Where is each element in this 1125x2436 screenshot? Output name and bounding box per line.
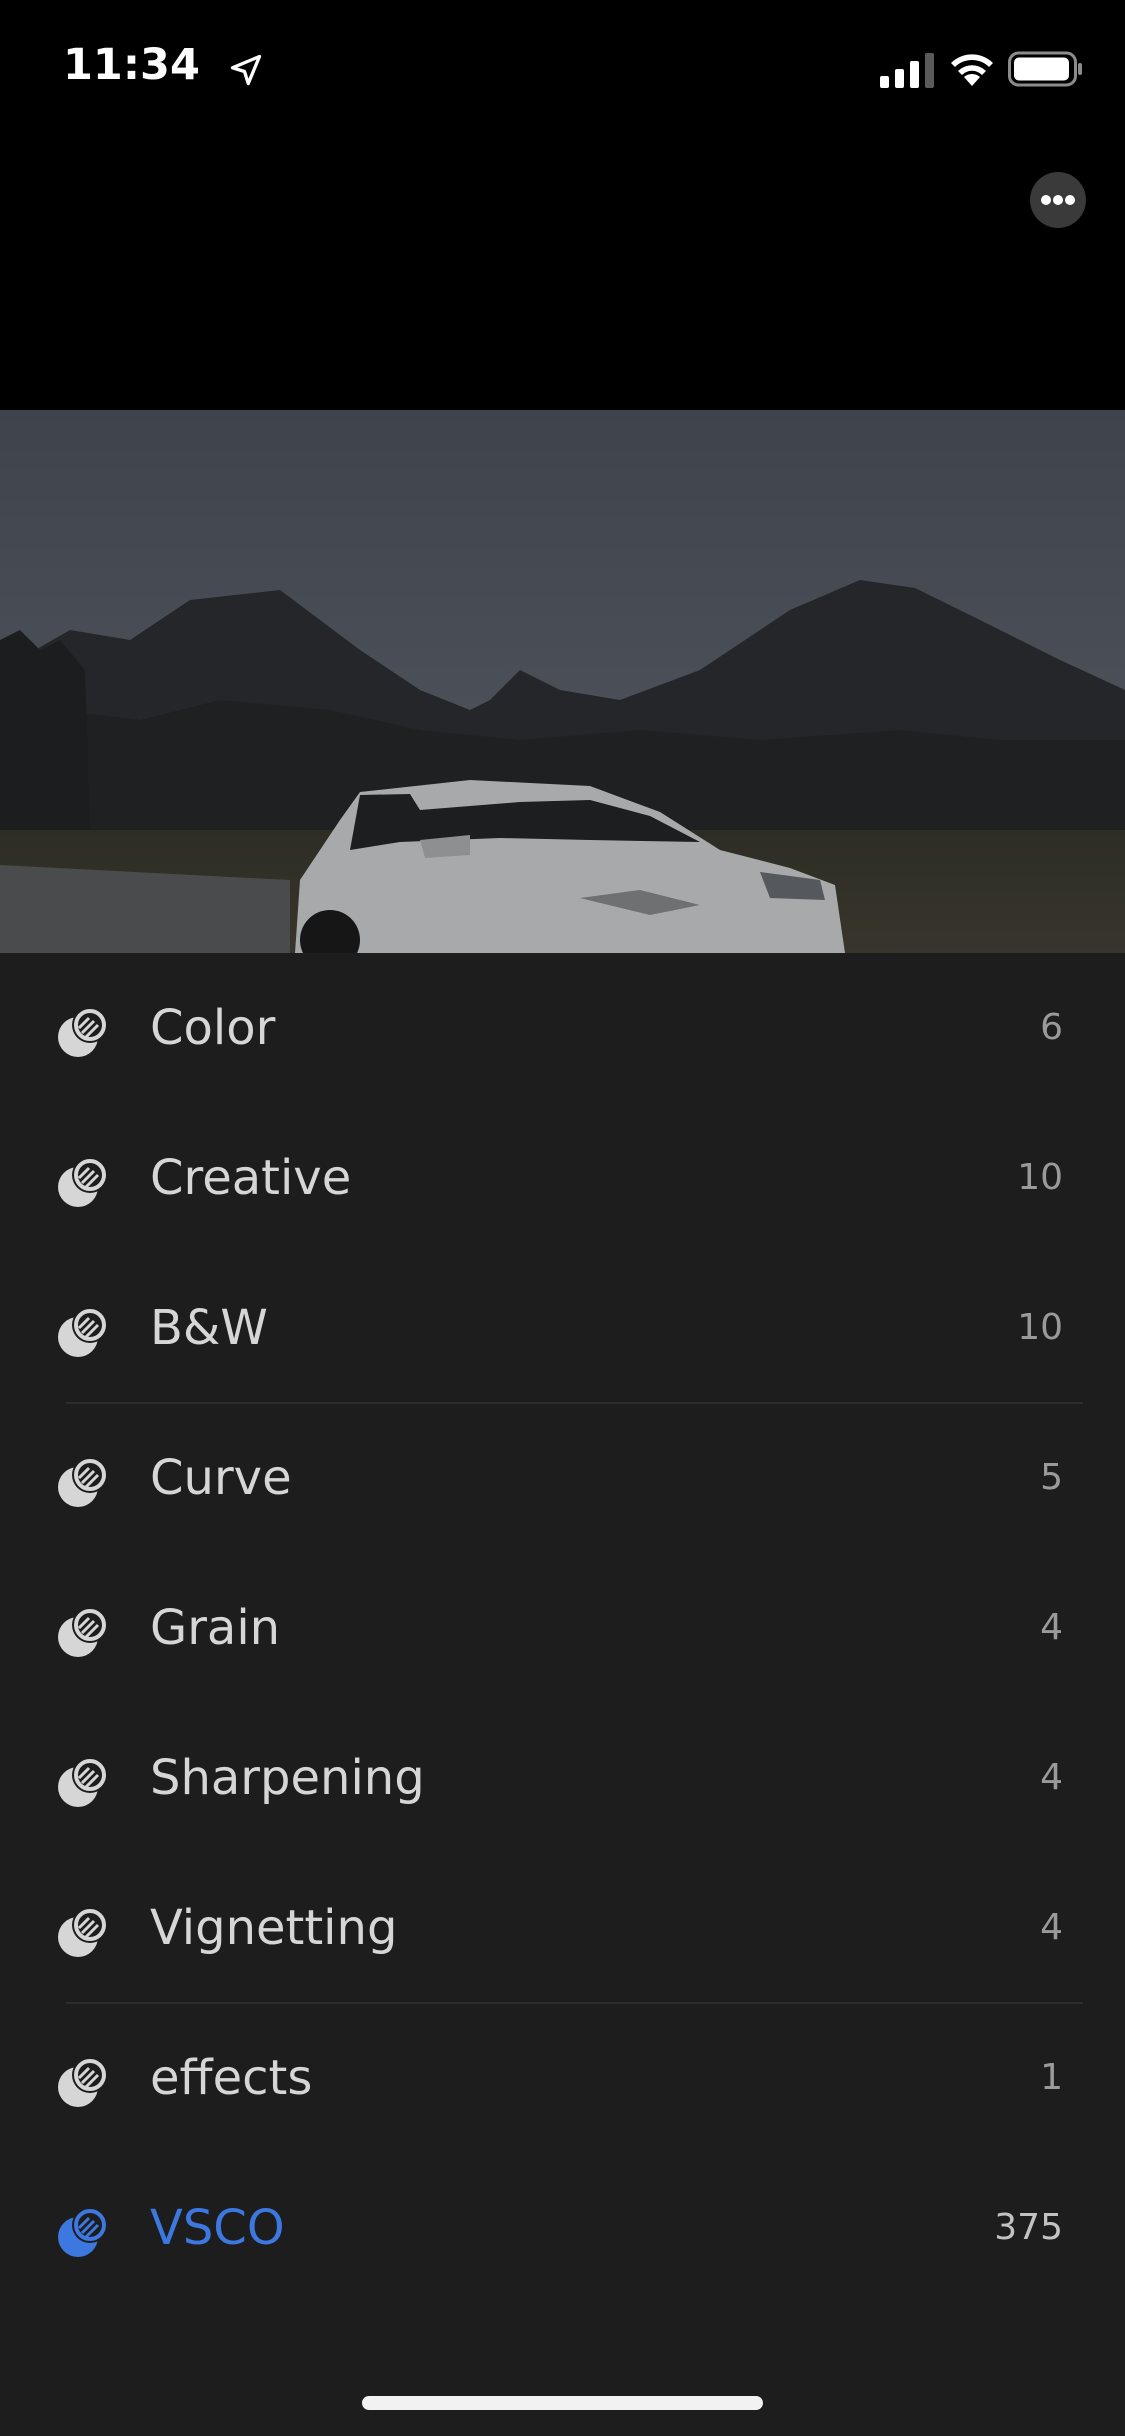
preset-group-count: 6 — [1040, 1007, 1063, 1048]
preset-group-label: VSCO — [150, 2200, 285, 2256]
preset-group-count: 10 — [1017, 1157, 1063, 1198]
preset-icon — [58, 1907, 108, 1957]
cellular-signal-icon — [880, 53, 934, 88]
preset-group-label: Creative — [150, 1150, 352, 1206]
preset-group-curve[interactable]: Curve 5 — [0, 1403, 1125, 1553]
preset-group-count: 4 — [1040, 1907, 1063, 1948]
preset-group-count: 375 — [994, 2207, 1063, 2248]
preset-icon — [58, 1607, 108, 1657]
screen: 11:34 Color 6 Creative 10 B&W 10 Curve 5… — [0, 0, 1125, 2436]
preset-group-label: Sharpening — [150, 1750, 425, 1806]
preset-group-label: Curve — [150, 1450, 292, 1506]
preset-icon — [58, 1007, 108, 1057]
battery-icon — [1008, 51, 1082, 87]
preset-group-sharpening[interactable]: Sharpening 4 — [0, 1703, 1125, 1853]
preset-group-label: Color — [150, 1000, 276, 1056]
preset-group-count: 5 — [1040, 1457, 1063, 1498]
preset-group-label: Vignetting — [150, 1900, 398, 1956]
location-arrow-icon — [230, 54, 262, 86]
ellipsis-icon — [1041, 195, 1075, 205]
home-indicator[interactable] — [362, 2396, 763, 2410]
photo-preview[interactable] — [0, 410, 1125, 953]
top-bar: 11:34 — [0, 0, 1125, 410]
preset-group-label: B&W — [150, 1300, 268, 1356]
preset-group-label: effects — [150, 2050, 313, 2106]
preset-group-count: 10 — [1017, 1307, 1063, 1348]
preset-group-count: 1 — [1040, 2057, 1063, 2098]
preset-icon — [58, 1157, 108, 1207]
status-time: 11:34 — [63, 40, 200, 90]
preset-group-count: 4 — [1040, 1757, 1063, 1798]
preset-icon — [58, 1457, 108, 1507]
preset-group-color[interactable]: Color 6 — [0, 953, 1125, 1103]
preset-group-vsco[interactable]: VSCO 375 — [0, 2153, 1125, 2303]
preset-group-vignetting[interactable]: Vignetting 4 — [0, 1853, 1125, 2003]
more-options-button[interactable] — [1030, 172, 1086, 228]
preset-group-list: Color 6 Creative 10 B&W 10 Curve 5 Grain… — [0, 953, 1125, 2303]
preset-group-effects[interactable]: effects 1 — [0, 2003, 1125, 2153]
preset-icon — [58, 1307, 108, 1357]
preset-group-count: 4 — [1040, 1607, 1063, 1648]
preset-group-bw[interactable]: B&W 10 — [0, 1253, 1125, 1403]
preset-group-label: Grain — [150, 1600, 281, 1656]
preset-group-grain[interactable]: Grain 4 — [0, 1553, 1125, 1703]
preset-group-creative[interactable]: Creative 10 — [0, 1103, 1125, 1253]
preset-icon — [58, 1757, 108, 1807]
wifi-icon — [951, 54, 993, 86]
preset-icon — [58, 2057, 108, 2107]
preset-icon — [58, 2207, 108, 2257]
